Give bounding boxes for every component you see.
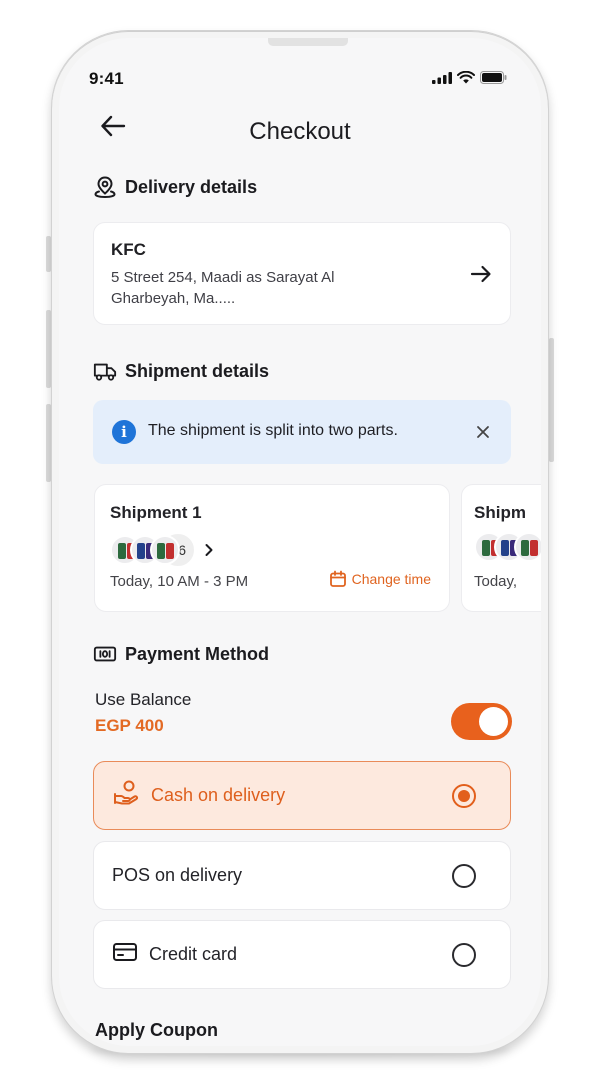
payment-option-credit-card[interactable]: Credit card — [93, 920, 511, 989]
power-button — [549, 338, 554, 462]
speaker-notch — [268, 38, 348, 46]
battery-icon — [480, 71, 507, 89]
product-thumbnails[interactable]: +6 — [110, 532, 214, 568]
change-time-label: Change time — [351, 571, 431, 587]
payment-radio[interactable] — [452, 943, 476, 967]
cash-hand-icon — [112, 779, 140, 812]
product-thumbnails[interactable] — [474, 532, 541, 562]
signal-icon — [432, 71, 452, 89]
use-balance-label: Use Balance — [95, 690, 192, 709]
section-title: Shipment details — [125, 360, 270, 381]
use-balance-toggle[interactable] — [451, 703, 512, 740]
info-icon: i — [112, 420, 136, 444]
arrow-right-icon — [470, 265, 491, 283]
status-time: 9:41 — [89, 69, 124, 88]
phone-frame: 9:41 Checkout Delivery details KFC 5 Str… — [51, 30, 549, 1054]
shipment-details-heading: Shipment details — [93, 359, 269, 383]
payment-radio-selected[interactable] — [452, 784, 476, 808]
credit-card-icon — [112, 941, 138, 968]
address-open-button[interactable] — [468, 261, 494, 287]
payment-method-heading: Payment Method — [93, 642, 269, 666]
balance-amount: EGP 400 — [95, 716, 164, 735]
location-pin-icon — [93, 175, 117, 199]
delivery-window: Today, 10 AM - 3 PM — [110, 573, 249, 590]
delivery-details-heading: Delivery details — [93, 175, 257, 199]
shipment-card[interactable]: Shipment 1 +6 Today, 10 — [94, 484, 450, 612]
delivery-address-card[interactable]: KFC 5 Street 254, Maadi as Sarayat Al Gh… — [93, 222, 511, 325]
shipment-title: Shipm — [474, 503, 526, 522]
address-text: 5 Street 254, Maadi as Sarayat Al Gharbe… — [111, 269, 335, 307]
address-name: KFC — [111, 240, 146, 259]
calendar-icon — [329, 570, 346, 587]
section-title: Delivery details — [125, 176, 258, 197]
status-icons — [432, 70, 507, 89]
apply-coupon-heading: Apply Coupon — [95, 1020, 218, 1040]
payment-option-label: POS on delivery — [112, 865, 243, 885]
delivery-window: Today, — [474, 573, 518, 590]
payment-option-label: Cash on delivery — [151, 785, 286, 805]
payment-radio[interactable] — [452, 864, 476, 888]
close-notice-button[interactable] — [469, 418, 497, 446]
payment-option-pos[interactable]: POS on delivery — [93, 841, 511, 910]
notice-text: The shipment is split into two parts. — [148, 422, 398, 439]
truck-icon — [93, 359, 117, 383]
money-bill-icon — [93, 642, 117, 666]
shipment-card[interactable]: Shipm Today, — [461, 484, 541, 612]
product-thumbnail — [514, 532, 541, 562]
toggle-knob — [479, 707, 508, 736]
change-time-button[interactable]: Change time — [329, 570, 431, 588]
shipment-split-notice: i The shipment is split into two parts. — [93, 400, 511, 464]
close-icon — [477, 426, 489, 438]
payment-option-label: Credit card — [149, 944, 238, 964]
product-thumbnail — [150, 535, 180, 565]
section-title: Payment Method — [125, 643, 270, 664]
chevron-right-icon — [204, 543, 214, 557]
page-title: Checkout — [249, 118, 351, 145]
shipment-title: Shipment 1 — [110, 503, 202, 522]
wifi-icon — [457, 70, 475, 89]
stage: 9:41 Checkout Delivery details KFC 5 Str… — [0, 0, 600, 1080]
screen: 9:41 Checkout Delivery details KFC 5 Str… — [59, 38, 541, 1046]
payment-option-cash[interactable]: Cash on delivery — [93, 761, 511, 830]
